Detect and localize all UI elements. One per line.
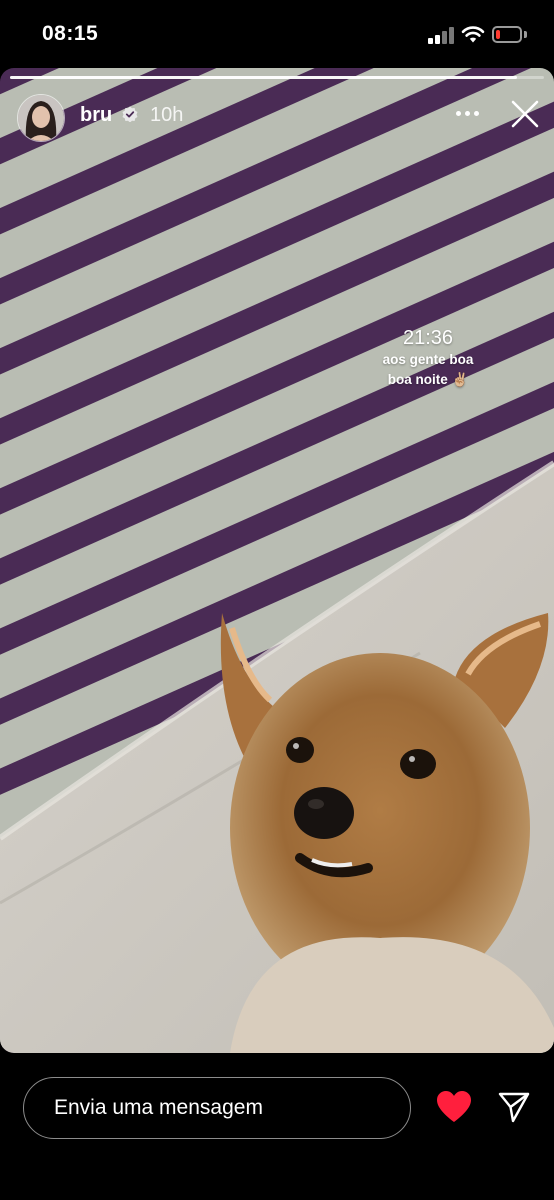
wifi-icon [461,26,485,43]
more-icon[interactable] [456,111,482,119]
message-input-placeholder: Envia uma mensagem [54,1096,263,1119]
battery-level [496,30,500,39]
story-time-ago: 10h [150,104,184,126]
send-icon[interactable] [497,1090,531,1124]
story-caption: 21:36 aos gente boa boa noite ✌🏼 [368,327,488,390]
caption-time: 21:36 [402,327,454,349]
status-bar: 08:15 [0,0,554,68]
status-time: 08:15 [42,22,99,45]
close-icon[interactable] [509,98,541,130]
progress-fill [10,76,518,79]
battery-icon [492,26,522,43]
story-progress-bar [10,76,544,79]
message-input[interactable]: Envia uma mensagem [23,1077,411,1139]
battery-cap [524,31,527,38]
story-photo [0,68,554,1053]
story-username[interactable]: bru [80,104,112,127]
heart-icon[interactable] [436,1090,472,1124]
story-viewer[interactable]: bru 10h 21:36 aos gente boa boa noite ✌🏼 [0,68,554,1053]
caption-line-2: boa noite ✌🏼 [387,372,469,387]
caption-line-1: aos gente boa [382,352,474,367]
avatar-image [18,95,64,141]
avatar[interactable] [17,94,65,142]
verified-badge-icon [122,106,138,122]
signal-icon [428,27,456,44]
